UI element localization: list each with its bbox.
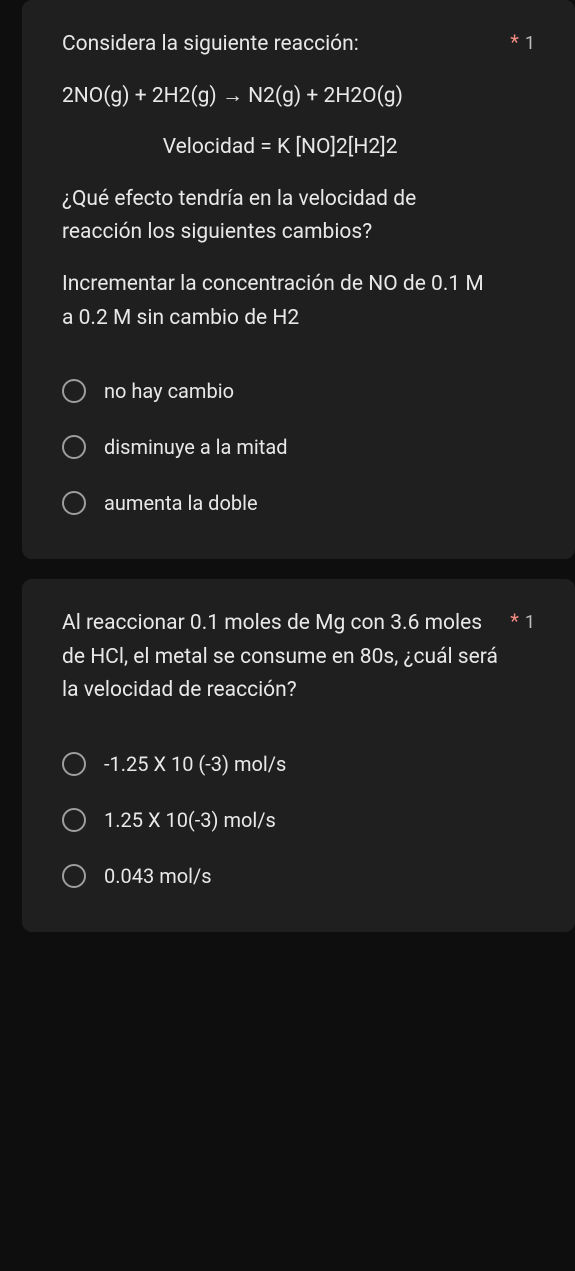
points-label: 1: [525, 33, 535, 54]
options-group: no hay cambio disminuye a la mitad aumen…: [62, 363, 535, 531]
required-and-points: * 1: [510, 28, 535, 54]
radio-option[interactable]: -1.25 X 10 (-3) mol/s: [62, 736, 535, 792]
required-asterisk: *: [510, 611, 519, 631]
question-line: Velocidad = K [NO]2[H2]2: [62, 131, 498, 165]
option-label: -1.25 X 10 (-3) mol/s: [104, 750, 286, 778]
option-label: aumenta la doble: [104, 489, 258, 517]
question-card: Considera la siguiente reacción: 2NO(g) …: [22, 0, 575, 559]
question-text: Considera la siguiente reacción: 2NO(g) …: [62, 28, 498, 335]
required-asterisk: *: [510, 32, 519, 52]
question-line: Incrementar la concentración de NO de 0.…: [62, 268, 498, 335]
question-line: ¿Qué efecto tendría en la velocidad de r…: [62, 183, 498, 250]
radio-option[interactable]: no hay cambio: [62, 363, 535, 419]
question-card: Al reaccionar 0.1 moles de Mg con 3.6 mo…: [22, 579, 575, 932]
option-label: no hay cambio: [104, 377, 234, 405]
question-header: Al reaccionar 0.1 moles de Mg con 3.6 mo…: [62, 607, 535, 708]
option-label: 1.25 X 10(-3) mol/s: [104, 806, 276, 834]
radio-icon: [62, 435, 86, 459]
points-label: 1: [525, 612, 535, 633]
question-header: Considera la siguiente reacción: 2NO(g) …: [62, 28, 535, 335]
question-text: Al reaccionar 0.1 moles de Mg con 3.6 mo…: [62, 607, 498, 708]
radio-icon: [62, 752, 86, 776]
options-group: -1.25 X 10 (-3) mol/s 1.25 X 10(-3) mol/…: [62, 736, 535, 904]
radio-option[interactable]: aumenta la doble: [62, 475, 535, 531]
radio-option[interactable]: 1.25 X 10(-3) mol/s: [62, 792, 535, 848]
option-label: 0.043 mol/s: [104, 862, 212, 890]
question-line: 2NO(g) + 2H2(g) → N2(g) + 2H2O(g): [62, 80, 498, 114]
radio-icon: [62, 491, 86, 515]
radio-icon: [62, 864, 86, 888]
question-line: Considera la siguiente reacción:: [62, 28, 498, 62]
option-label: disminuye a la mitad: [104, 433, 288, 461]
radio-icon: [62, 379, 86, 403]
question-line: Al reaccionar 0.1 moles de Mg con 3.6 mo…: [62, 607, 498, 708]
radio-icon: [62, 808, 86, 832]
required-and-points: * 1: [510, 607, 535, 633]
radio-option[interactable]: 0.043 mol/s: [62, 848, 535, 904]
radio-option[interactable]: disminuye a la mitad: [62, 419, 535, 475]
